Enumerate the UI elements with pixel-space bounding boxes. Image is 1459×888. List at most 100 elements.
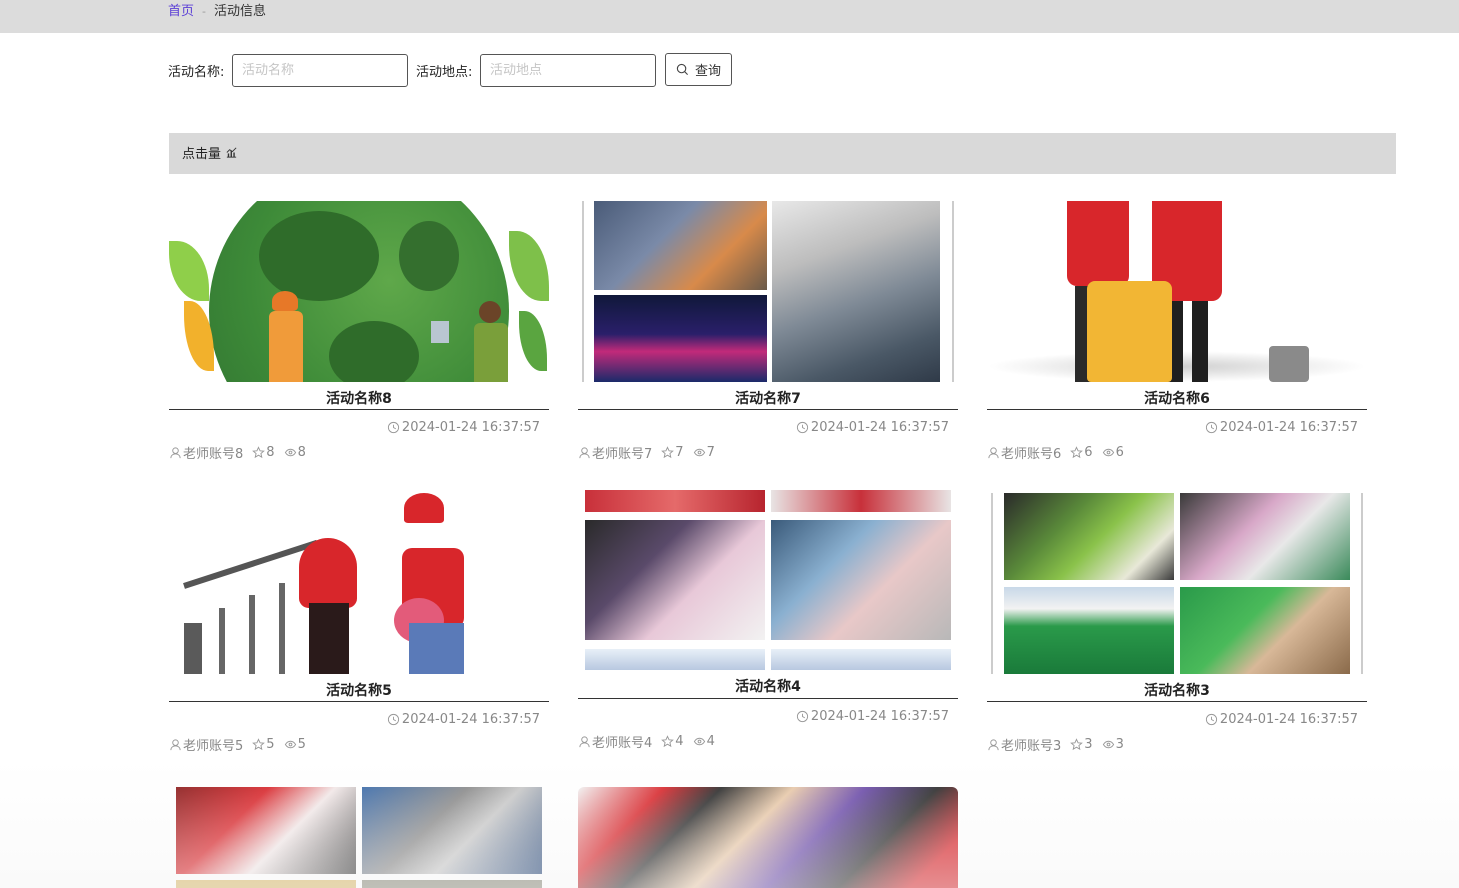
activity-title[interactable]: 活动名称6 [987,388,1367,408]
activity-location-label: 活动地点: [416,65,473,80]
activity-image[interactable] [169,201,549,382]
star-count: 7 [675,445,684,460]
activity-meta: 老师账号6 6 6 [987,443,1133,462]
clock-icon [387,713,399,726]
user-icon [170,447,181,459]
datetime-text: 2024-01-24 16:37:57 [1219,420,1358,435]
activity-meta: 老师账号4 4 4 [578,732,724,751]
activity-card[interactable] [578,787,958,888]
divider [169,409,549,410]
activity-title[interactable]: 活动名称4 [578,676,958,696]
activity-card[interactable]: 活动名称5 2024-01-24 16:37:57 老师账号5 5 5 [169,493,549,758]
search-button[interactable]: 查询 [665,53,732,86]
datetime-text: 2024-01-24 16:37:57 [1219,712,1358,727]
star-count: 4 [675,734,684,749]
clock-icon [387,421,399,434]
breadcrumb-home-link[interactable]: 首页 [168,4,194,19]
activity-card[interactable]: 活动名称7 2024-01-24 16:37:57 老师账号7 7 7 [578,201,958,466]
star-icon [1070,738,1084,751]
view-count: 3 [1115,737,1124,752]
activity-name-input[interactable] [232,54,408,87]
star-icon [661,446,675,459]
activity-meta: 老师账号7 7 7 [578,443,724,462]
sort-bar: 点击量 [169,133,1396,174]
account-name: 老师账号7 [592,447,653,462]
breadcrumb-current: 活动信息 [214,4,267,19]
breadcrumb: 首页 - 活动信息 [168,4,266,20]
eye-icon [693,448,705,457]
eye-icon [284,448,296,457]
activity-image[interactable] [987,493,1367,674]
activity-image[interactable] [578,787,958,888]
datetime-text: 2024-01-24 16:37:57 [810,709,949,724]
star-count: 8 [266,445,275,460]
eye-icon [693,737,705,746]
activity-card[interactable] [169,787,549,888]
bar-chart-icon [226,147,237,158]
account-name: 老师账号4 [592,736,653,751]
account-name: 老师账号6 [1001,447,1062,462]
activity-title[interactable]: 活动名称3 [987,680,1367,700]
user-icon [988,447,999,459]
activity-image[interactable] [578,489,958,670]
activity-image[interactable] [578,201,958,382]
account-name: 老师账号8 [183,447,244,462]
clock-icon [796,421,808,434]
clock-icon [1205,713,1217,726]
divider [987,409,1367,410]
search-icon [676,63,688,76]
datetime-text: 2024-01-24 16:37:57 [810,420,949,435]
activity-title[interactable]: 活动名称5 [169,680,549,700]
star-icon [252,738,266,751]
account-name: 老师账号5 [183,739,244,754]
activity-card[interactable]: 活动名称4 2024-01-24 16:37:57 老师账号4 4 4 [578,489,958,754]
activity-datetime: 2024-01-24 16:37:57 [387,712,540,727]
clock-icon [796,710,808,723]
activity-title[interactable]: 活动名称7 [578,388,958,408]
activity-datetime: 2024-01-24 16:37:57 [387,420,540,435]
divider [987,701,1367,702]
activity-location-input[interactable] [480,54,656,87]
view-count: 4 [706,734,715,749]
datetime-text: 2024-01-24 16:37:57 [401,712,540,727]
search-button-label: 查询 [694,64,721,79]
star-count: 5 [266,737,275,752]
star-icon [1070,446,1084,459]
activity-image[interactable] [987,201,1367,382]
sort-label: 点击量 [182,147,222,162]
activity-card[interactable]: 活动名称3 2024-01-24 16:37:57 老师账号3 3 3 [987,493,1367,758]
datetime-text: 2024-01-24 16:37:57 [401,420,540,435]
activity-card[interactable]: 活动名称8 2024-01-24 16:37:57 老师账号8 8 8 [169,201,549,466]
eye-icon [1102,448,1114,457]
star-count: 6 [1084,445,1093,460]
top-bar: 首页 - 活动信息 [0,0,1459,33]
star-icon [661,735,675,748]
user-icon [579,736,590,748]
activity-datetime: 2024-01-24 16:37:57 [1205,420,1358,435]
eye-icon [1102,740,1114,749]
view-count: 7 [706,445,715,460]
activity-name-label: 活动名称: [168,65,225,80]
user-icon [579,447,590,459]
clock-icon [1205,421,1217,434]
activity-datetime: 2024-01-24 16:37:57 [796,420,949,435]
account-name: 老师账号3 [1001,739,1062,754]
activity-meta: 老师账号3 3 3 [987,735,1133,754]
view-count: 6 [1115,445,1124,460]
activity-title[interactable]: 活动名称8 [169,388,549,408]
sort-by-clicks[interactable]: 点击量 [182,143,238,162]
user-icon [170,739,181,751]
breadcrumb-separator: - [202,5,206,18]
view-count: 8 [297,445,306,460]
star-count: 3 [1084,737,1093,752]
activity-meta: 老师账号8 8 8 [169,443,315,462]
divider [578,409,958,410]
activity-card[interactable]: 活动名称6 2024-01-24 16:37:57 老师账号6 6 6 [987,201,1367,466]
user-icon [988,739,999,751]
activity-image[interactable] [169,787,549,888]
activity-image[interactable] [169,493,549,674]
view-count: 5 [297,737,306,752]
activity-datetime: 2024-01-24 16:37:57 [1205,712,1358,727]
activity-datetime: 2024-01-24 16:37:57 [796,709,949,724]
divider [578,698,958,699]
